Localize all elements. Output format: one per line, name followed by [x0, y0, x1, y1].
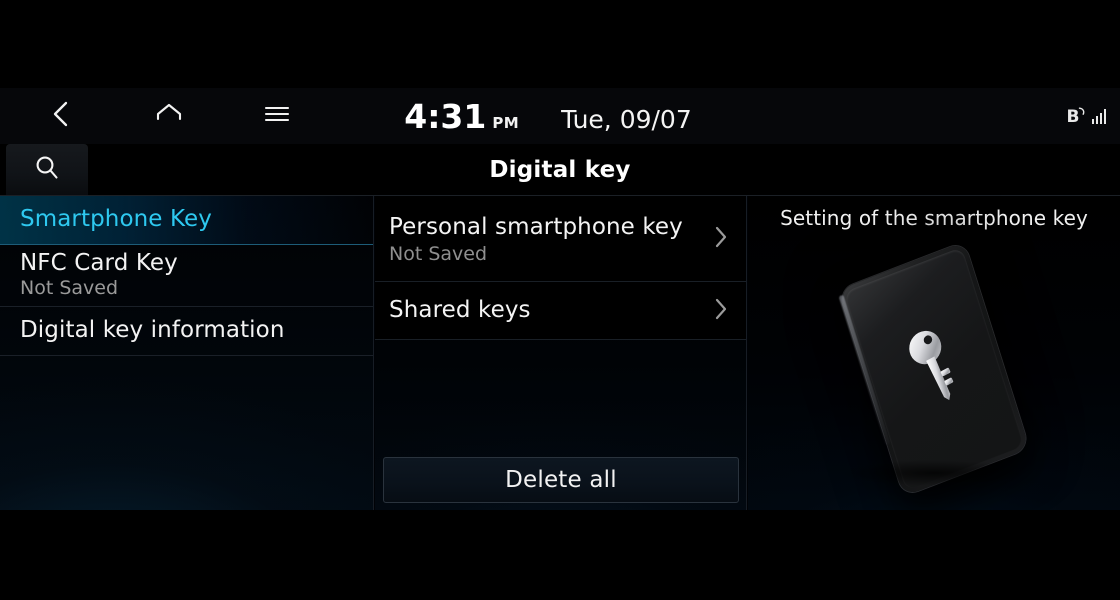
search-icon	[32, 153, 62, 187]
sidebar-item-sublabel: Not Saved	[20, 277, 119, 300]
clock-time: 4:31	[404, 96, 487, 136]
back-button[interactable]	[34, 88, 88, 144]
list-item-label: Shared keys	[389, 297, 531, 324]
clock-meridiem: PM	[492, 113, 520, 132]
clock-date: Tue, 09/07	[561, 104, 692, 134]
sidebar-item-nfc-card-key[interactable]: NFC Card Key Not Saved	[0, 245, 373, 307]
home-button[interactable]	[142, 88, 196, 144]
smartphone-key-illustration	[748, 241, 1120, 497]
list-item-personal-smartphone-key[interactable]: Personal smartphone key Not Saved	[375, 196, 746, 282]
smartphone-graphic	[838, 241, 1030, 497]
status-bar: 4:31 PM Tue, 09/07 B	[0, 88, 1120, 144]
list-item-shared-keys[interactable]: Shared keys	[375, 282, 746, 340]
status-indicators: B	[1067, 88, 1112, 144]
infotainment-screen: 4:31 PM Tue, 09/07 B Digital key Smartph…	[0, 0, 1120, 600]
chevron-left-icon	[51, 99, 71, 133]
sidebar-item-smartphone-key[interactable]: Smartphone Key	[0, 196, 373, 245]
search-button[interactable]	[6, 144, 88, 196]
content-area: Smartphone Key NFC Card Key Not Saved Di…	[0, 196, 1120, 510]
hamburger-menu-icon	[264, 104, 290, 128]
page-title: Digital key	[489, 157, 631, 183]
delete-all-button[interactable]: Delete all	[383, 457, 739, 503]
center-panel: Personal smartphone key Not Saved Shared…	[375, 196, 747, 510]
signal-strength-icon	[1091, 108, 1106, 124]
home-icon	[155, 102, 183, 130]
sidebar-item-label: NFC Card Key	[20, 249, 178, 276]
sidebar-item-label: Smartphone Key	[20, 206, 212, 233]
key-icon	[902, 322, 967, 416]
chevron-right-icon	[712, 222, 730, 256]
list-item-sublabel: Not Saved	[389, 242, 488, 265]
sidebar: Smartphone Key NFC Card Key Not Saved Di…	[0, 196, 374, 510]
list-item-label: Personal smartphone key	[389, 213, 683, 240]
right-panel: Setting of the smartphone key	[748, 196, 1120, 510]
right-panel-heading: Setting of the smartphone key	[780, 206, 1088, 230]
sidebar-item-label: Digital key information	[20, 317, 285, 344]
ui-viewport: 4:31 PM Tue, 09/07 B Digital key Smartph…	[0, 88, 1120, 510]
chevron-right-icon	[712, 294, 730, 328]
menu-button[interactable]	[250, 88, 304, 144]
sidebar-item-digital-key-information[interactable]: Digital key information	[0, 307, 373, 356]
bluetooth-icon	[1078, 102, 1087, 121]
delete-all-container: Delete all	[375, 457, 747, 503]
title-bar: Digital key	[0, 144, 1120, 196]
